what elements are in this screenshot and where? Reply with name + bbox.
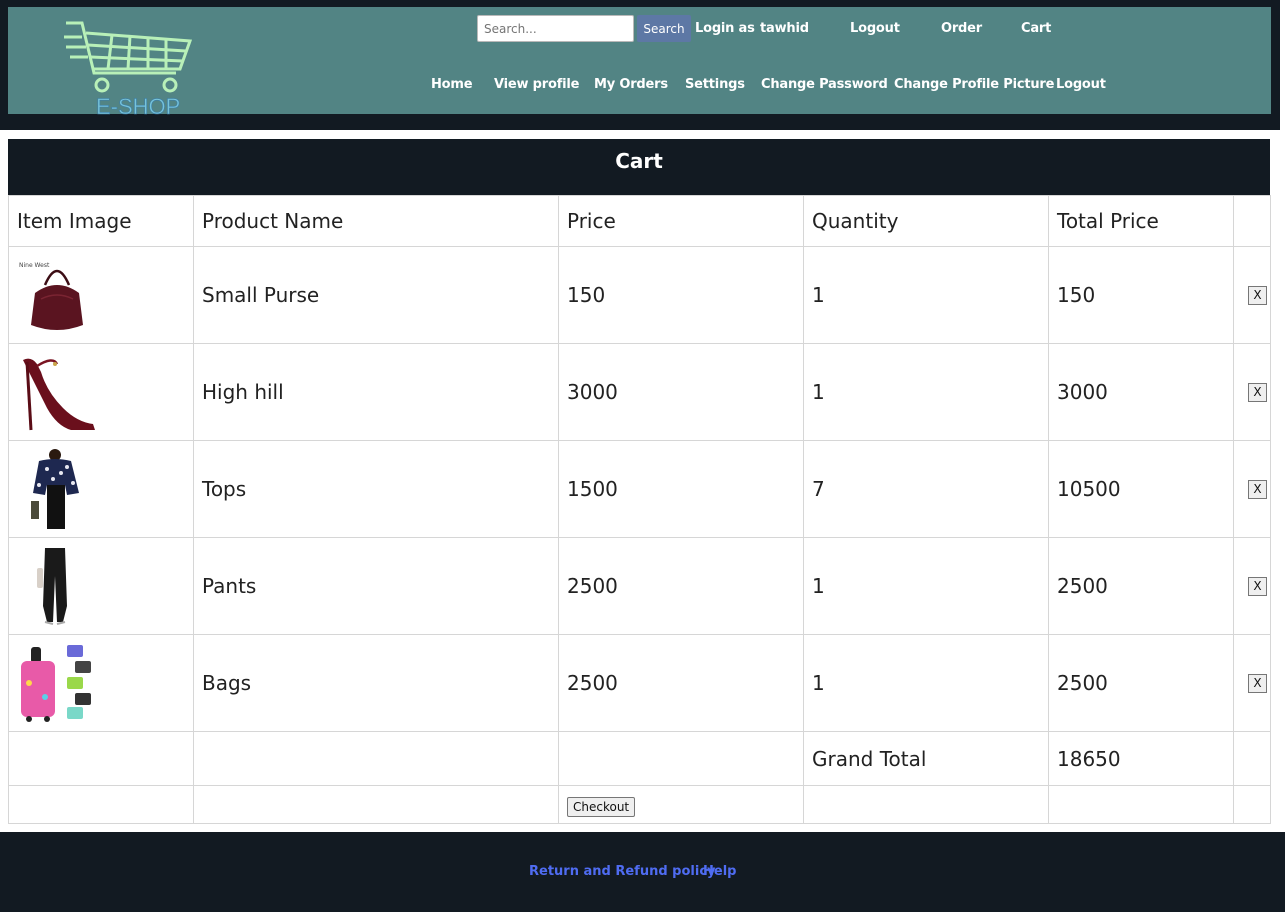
cart-row: Nine West Small Purse 150 1 150 X bbox=[8, 246, 1271, 344]
product-name: Small Purse bbox=[193, 246, 559, 344]
cart-row: Tops 1500 7 10500 X bbox=[8, 440, 1271, 538]
remove-item-button[interactable]: X bbox=[1248, 576, 1267, 596]
help-link[interactable]: Help bbox=[703, 864, 736, 879]
purse-image: Nine West bbox=[19, 262, 83, 330]
grand-total-label: Grand Total bbox=[803, 731, 1049, 786]
nav-change-profile-picture[interactable]: Change Profile Picture bbox=[894, 77, 1054, 92]
checkout-row: Checkout bbox=[8, 785, 1271, 824]
return-refund-policy-link[interactable]: Return and Refund policy bbox=[529, 864, 716, 879]
product-quantity: 1 bbox=[803, 343, 1049, 441]
tops-image bbox=[31, 449, 79, 529]
item-image-cell bbox=[8, 440, 194, 538]
pants-image bbox=[37, 548, 67, 625]
col-product-name: Product Name bbox=[193, 195, 559, 247]
bags-image bbox=[21, 645, 91, 722]
grand-total-value: 18650 bbox=[1048, 731, 1234, 786]
product-price: 3000 bbox=[558, 343, 804, 441]
remove-item-button[interactable]: X bbox=[1248, 479, 1267, 499]
remove-cell: X bbox=[1233, 634, 1271, 732]
col-total-price: Total Price bbox=[1048, 195, 1234, 247]
nav-settings[interactable]: Settings bbox=[685, 77, 745, 92]
header-frame: E-SHOP Search Login as tawhid Logout Ord… bbox=[0, 0, 1280, 130]
item-image-cell bbox=[8, 343, 194, 441]
remove-item-button[interactable]: X bbox=[1248, 285, 1267, 305]
remove-cell: X bbox=[1233, 246, 1271, 344]
product-total: 3000 bbox=[1048, 343, 1234, 441]
product-price: 2500 bbox=[558, 634, 804, 732]
cart-title: Cart bbox=[8, 139, 1270, 195]
product-name: Pants bbox=[193, 537, 559, 635]
product-quantity: 7 bbox=[803, 440, 1049, 538]
eshop-logo[interactable]: E-SHOP bbox=[64, 19, 194, 115]
col-remove bbox=[1233, 195, 1271, 247]
search-input[interactable] bbox=[477, 15, 634, 42]
col-price: Price bbox=[558, 195, 804, 247]
product-name: Tops bbox=[193, 440, 559, 538]
product-name: Bags bbox=[193, 634, 559, 732]
product-price: 150 bbox=[558, 246, 804, 344]
grand-total-row: Grand Total 18650 bbox=[8, 731, 1271, 786]
product-total: 2500 bbox=[1048, 634, 1234, 732]
footer: Return and Refund policy Help bbox=[0, 832, 1285, 912]
svg-text:E-SHOP: E-SHOP bbox=[96, 94, 180, 115]
search-button[interactable]: Search bbox=[637, 15, 691, 42]
nav-home[interactable]: Home bbox=[431, 77, 473, 92]
nav-view-profile[interactable]: View profile bbox=[494, 77, 579, 92]
remove-item-button[interactable]: X bbox=[1248, 382, 1267, 402]
product-name: High hill bbox=[193, 343, 559, 441]
product-quantity: 1 bbox=[803, 537, 1049, 635]
col-item-image: Item Image bbox=[8, 195, 194, 247]
product-quantity: 1 bbox=[803, 246, 1049, 344]
remove-item-button[interactable]: X bbox=[1248, 673, 1267, 693]
remove-cell: X bbox=[1233, 440, 1271, 538]
cart-row: Pants 2500 1 2500 X bbox=[8, 537, 1271, 635]
product-total: 150 bbox=[1048, 246, 1234, 344]
svg-text:Nine West: Nine West bbox=[19, 262, 50, 269]
login-as-label: Login as bbox=[695, 21, 755, 36]
remove-cell: X bbox=[1233, 343, 1271, 441]
nav-logout[interactable]: Logout bbox=[1056, 77, 1106, 92]
nav-change-password[interactable]: Change Password bbox=[761, 77, 888, 92]
product-price: 1500 bbox=[558, 440, 804, 538]
cart-header-row: Item Image Product Name Price Quantity T… bbox=[8, 195, 1271, 247]
username-label: tawhid bbox=[760, 21, 809, 36]
item-image-cell bbox=[8, 634, 194, 732]
cart-row: Bags 2500 1 2500 X bbox=[8, 634, 1271, 732]
col-quantity: Quantity bbox=[803, 195, 1049, 247]
product-price: 2500 bbox=[558, 537, 804, 635]
remove-cell: X bbox=[1233, 537, 1271, 635]
checkout-button[interactable]: Checkout bbox=[567, 797, 636, 817]
top-cart-link[interactable]: Cart bbox=[1021, 21, 1051, 36]
heels-image bbox=[23, 358, 95, 431]
cart-section: Cart Item Image Product Name Price Quant… bbox=[8, 139, 1271, 824]
item-image-cell: Nine West bbox=[8, 246, 194, 344]
top-logout-link[interactable]: Logout bbox=[850, 21, 900, 36]
product-total: 2500 bbox=[1048, 537, 1234, 635]
header-bar: E-SHOP Search Login as tawhid Logout Ord… bbox=[8, 7, 1271, 115]
product-total: 10500 bbox=[1048, 440, 1234, 538]
product-quantity: 1 bbox=[803, 634, 1049, 732]
item-image-cell bbox=[8, 537, 194, 635]
top-order-link[interactable]: Order bbox=[941, 21, 982, 36]
cart-table: Item Image Product Name Price Quantity T… bbox=[8, 195, 1271, 824]
cart-row: High hill 3000 1 3000 X bbox=[8, 343, 1271, 441]
nav-my-orders[interactable]: My Orders bbox=[594, 77, 668, 92]
